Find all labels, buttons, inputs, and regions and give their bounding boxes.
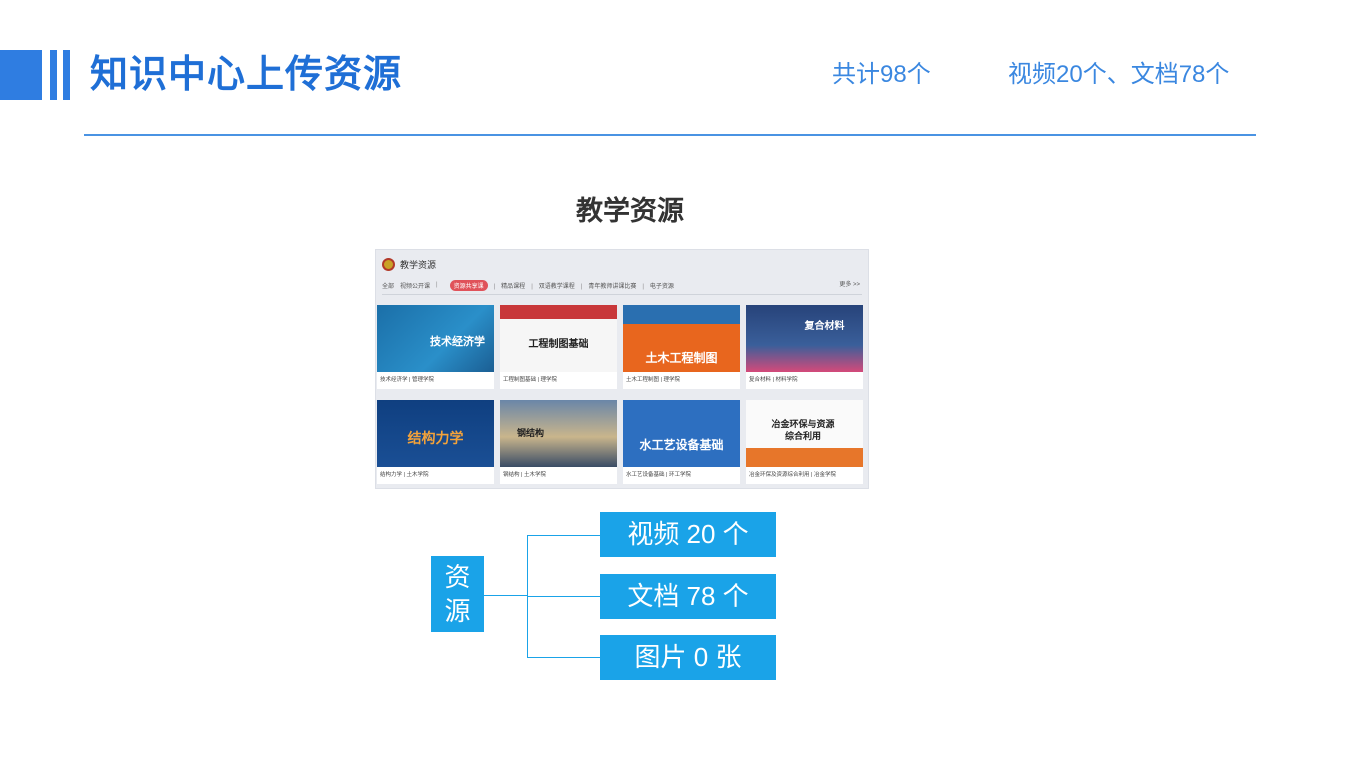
thumb-title: 工程制图基础	[528, 339, 589, 350]
type-breakdown: 视频20个、文档78个	[1008, 61, 1230, 88]
tree-connector	[527, 657, 600, 658]
course-card[interactable]: 钢结构 钢结构 | 土木学院	[500, 400, 617, 484]
course-thumbnail: 水工艺设备基础	[623, 400, 740, 467]
tab-label: 精品课程	[501, 283, 526, 290]
course-card[interactable]: 技术经济学 技术经济学 | 管理学院	[377, 305, 494, 389]
tab-quality-course[interactable]: 精品课程	[494, 281, 526, 290]
course-caption: 钢结构 | 土木学院	[503, 472, 546, 478]
course-caption: 冶金环保及资源综合利用 | 冶金学院	[749, 472, 836, 478]
header-divider	[84, 134, 1256, 136]
course-card[interactable]: 冶金环保与资源综合利用 冶金环保及资源综合利用 | 冶金学院	[746, 400, 863, 484]
course-thumbnail: 复合材料	[746, 305, 863, 372]
course-thumbnail: 结构力学	[377, 400, 494, 467]
course-thumbnail: 工程制图基础	[500, 305, 617, 372]
tab-divider	[436, 282, 444, 288]
course-card[interactable]: 工程制图基础 工程制图基础 | 理学院	[500, 305, 617, 389]
tab-label: 双语教学课程	[538, 283, 575, 290]
video-count-box: 视频 20 个	[600, 512, 776, 557]
tree-root: 资源	[431, 556, 484, 632]
thumb-title: 冶金环保与资源综合利用	[771, 419, 835, 441]
tab-teacher-contest[interactable]: 青年教师讲课比赛	[581, 281, 637, 290]
resource-page-screenshot: 教学资源 全部 视频公开课 资源共享课 精品课程 双语教学课程 青年教师讲课比赛…	[375, 249, 869, 489]
course-card[interactable]: 土木工程制图 土木工程制图 | 理学院	[623, 305, 740, 389]
tree-connector	[484, 595, 528, 596]
screenshot-header: 教学资源	[382, 256, 436, 272]
course-caption: 土木工程制图 | 理学院	[626, 377, 680, 383]
thumb-title: 复合材料	[804, 321, 845, 332]
page-title: 知识中心上传资源	[90, 54, 403, 96]
thumb-title: 土木工程制图	[645, 351, 718, 365]
course-card[interactable]: 结构力学 结构力学 | 土木学院	[377, 400, 494, 484]
section-title: 教学资源	[576, 196, 684, 226]
university-logo-icon	[382, 257, 395, 271]
thumb-banner	[500, 305, 617, 319]
more-link[interactable]: 更多 >>	[839, 279, 860, 288]
thumb-title: 钢结构	[516, 428, 544, 438]
course-caption: 水工艺设备基础 | 环工学院	[626, 472, 691, 478]
course-caption: 结构力学 | 土木学院	[380, 472, 429, 478]
header-accent-block	[0, 50, 42, 100]
thumb-title: 结构力学	[407, 430, 464, 446]
tree-connector	[527, 535, 600, 536]
tree-connector	[527, 596, 600, 597]
course-caption: 复合材料 | 材料学院	[749, 377, 798, 383]
tree-root-label: 资源	[444, 562, 471, 626]
screenshot-title: 教学资源	[400, 259, 437, 270]
course-thumbnail: 钢结构	[500, 400, 617, 467]
course-thumbnail: 技术经济学	[377, 305, 494, 372]
course-caption: 工程制图基础 | 理学院	[503, 377, 557, 383]
tab-video-open[interactable]: 视频公开课	[400, 281, 430, 290]
thumb-title: 技术经济学	[430, 336, 485, 348]
tab-e-resource[interactable]: 电子资源	[642, 281, 674, 290]
tab-label: 电子资源	[649, 283, 674, 290]
course-card[interactable]: 复合材料 复合材料 | 材料学院	[746, 305, 863, 389]
tab-underline	[382, 294, 862, 295]
tab-all[interactable]: 全部	[382, 281, 394, 290]
tab-bilingual[interactable]: 双语教学课程	[531, 281, 575, 290]
total-count: 共计98个	[832, 61, 931, 88]
course-card[interactable]: 水工艺设备基础 水工艺设备基础 | 环工学院	[623, 400, 740, 484]
document-count-box: 文档 78 个	[600, 574, 776, 619]
course-caption: 技术经济学 | 管理学院	[380, 377, 434, 383]
thumb-title: 水工艺设备基础	[639, 438, 724, 452]
header-accent-stripe	[50, 50, 57, 100]
header-accent-stripe	[63, 50, 70, 100]
course-thumbnail: 土木工程制图	[623, 305, 740, 372]
screenshot-tabs: 全部 视频公开课 资源共享课 精品课程 双语教学课程 青年教师讲课比赛 电子资源	[382, 279, 862, 291]
tab-label: 青年教师讲课比赛	[588, 283, 637, 290]
tab-shared-course[interactable]: 资源共享课	[449, 279, 488, 291]
image-count-box: 图片 0 张	[600, 635, 776, 680]
course-thumbnail: 冶金环保与资源综合利用	[746, 400, 863, 467]
